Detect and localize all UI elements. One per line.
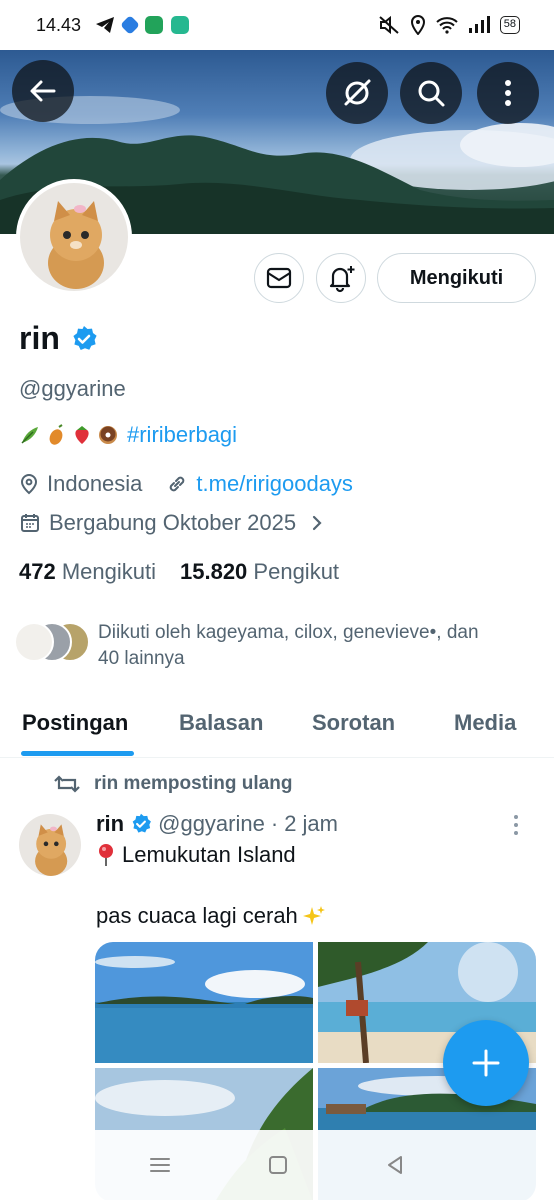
home-square-icon[interactable]: [267, 1154, 289, 1176]
cat-avatar-image: [20, 183, 128, 291]
chat-app-icon: [171, 16, 190, 34]
profile-name-row: rin: [19, 320, 98, 357]
status-bar: 14.43 58: [0, 0, 554, 50]
joined-row[interactable]: Bergabung Oktober 2025: [19, 510, 324, 536]
followers-stat[interactable]: 15.820 Pengikut: [180, 559, 339, 585]
profile-bio: #ririberbagi: [19, 422, 237, 448]
post-text-line1: Lemukutan Island: [96, 842, 296, 868]
location-pin-icon: [20, 473, 38, 495]
post-author-handle: @ggyarine: [158, 811, 265, 836]
post-time: 2 jam: [284, 811, 338, 836]
tab-balasan[interactable]: Balasan: [179, 710, 263, 736]
profile-tabs: Postingan Balasan Sorotan Media: [0, 694, 554, 758]
mute-icon: [379, 15, 399, 35]
followed-by-line1: Diikuti oleh kageyama, cilox, genevieve•…: [98, 622, 479, 643]
post-more-button[interactable]: [512, 814, 520, 841]
post-location-text: Lemukutan Island: [122, 842, 296, 867]
more-vertical-icon: [505, 80, 511, 106]
notify-button[interactable]: [316, 253, 366, 303]
following-stat[interactable]: 472 Mengikuti: [19, 559, 156, 585]
notification-icons: [95, 15, 190, 35]
system-icons: 58: [378, 15, 520, 35]
pin-icon: [99, 844, 113, 866]
profile-website-link[interactable]: t.me/ririgoodays: [196, 471, 353, 497]
sparkles-icon: [302, 906, 325, 925]
tab-sorotan[interactable]: Sorotan: [312, 710, 395, 736]
telegram-icon: [96, 17, 115, 33]
signal-icon: [468, 16, 490, 33]
search-icon: [418, 80, 445, 107]
followed-by-text: Diikuti oleh kageyama, cilox, genevieve•…: [98, 620, 538, 672]
more-options-button[interactable]: [477, 62, 539, 124]
mail-icon: [266, 267, 292, 289]
location-icon: [410, 15, 425, 35]
profile-handle: @ggyarine: [19, 376, 126, 401]
chevron-right-icon: [312, 515, 322, 531]
sweet-potato-icon: [49, 424, 63, 445]
calendar-icon: [21, 514, 39, 532]
shield-app-icon: [145, 16, 164, 34]
compose-post-button[interactable]: [443, 1020, 529, 1106]
post-author-name[interactable]: rin: [96, 811, 124, 837]
post-header: rin @ggyarine · 2 jam: [96, 811, 338, 837]
media-photo-1[interactable]: [95, 942, 313, 1063]
herb-icon: [21, 427, 38, 444]
location-link-row: Indonesia t.me/ririgoodays: [19, 471, 353, 497]
following-label: Mengikuti: [61, 559, 156, 584]
grok-icon: [344, 79, 371, 106]
menu-icon[interactable]: [148, 1155, 172, 1175]
mutual-avatars: [14, 620, 90, 664]
status-time: 14.43: [36, 14, 82, 35]
back-triangle-icon[interactable]: [384, 1154, 406, 1176]
repost-icon: [54, 775, 80, 793]
tab-postingan[interactable]: Postingan: [22, 710, 128, 736]
active-tab-indicator: [21, 751, 134, 756]
message-button[interactable]: [254, 253, 304, 303]
followers-label: Pengikut: [253, 559, 340, 584]
sea-photo: [95, 942, 313, 1063]
followers-count: 15.820: [180, 559, 248, 584]
cat-avatar-image: [19, 814, 81, 876]
follow-stats: 472 Mengikuti 15.820 Pengikut: [19, 559, 339, 585]
strawberry-icon: [75, 426, 89, 444]
profile-name: rin: [19, 320, 60, 356]
wifi-icon: [436, 17, 458, 34]
plus-icon: [472, 1049, 500, 1077]
verified-badge-icon: [132, 813, 152, 833]
search-button[interactable]: [400, 62, 462, 124]
tab-media[interactable]: Media: [454, 710, 516, 736]
bio-hashtag-link[interactable]: #ririberbagi: [127, 422, 237, 448]
arrow-left-icon: [30, 80, 56, 102]
post-caption-text: pas cuaca lagi cerah: [96, 903, 298, 928]
app-icon-blue: [120, 15, 140, 35]
link-icon: [170, 476, 185, 492]
mutual-avatar: [14, 622, 54, 662]
back-button[interactable]: [12, 60, 74, 122]
profile-joined-date: Bergabung Oktober 2025: [49, 510, 297, 535]
bell-plus-icon: [329, 266, 355, 293]
profile-avatar[interactable]: [16, 179, 132, 295]
followed-by-line2: 40 lainnya: [98, 648, 185, 669]
followed-by-row[interactable]: Diikuti oleh kageyama, cilox, genevieve•…: [14, 620, 538, 672]
following-button[interactable]: Mengikuti: [377, 253, 536, 303]
donut-icon: [99, 426, 117, 444]
post-separator: ·: [270, 811, 279, 836]
system-navigation-bar: [0, 1130, 554, 1200]
profile-location: Indonesia: [47, 471, 143, 496]
more-vertical-icon: [514, 815, 518, 835]
post-author-avatar[interactable]: [19, 814, 81, 876]
repost-context: rin memposting ulang: [54, 773, 292, 795]
verified-badge-icon[interactable]: [70, 325, 98, 353]
repost-label: rin memposting ulang: [94, 773, 293, 794]
post-text-line2: pas cuaca lagi cerah: [96, 903, 326, 929]
following-count: 472: [19, 559, 56, 584]
grok-button[interactable]: [326, 62, 388, 124]
battery-indicator: 58: [499, 16, 520, 34]
